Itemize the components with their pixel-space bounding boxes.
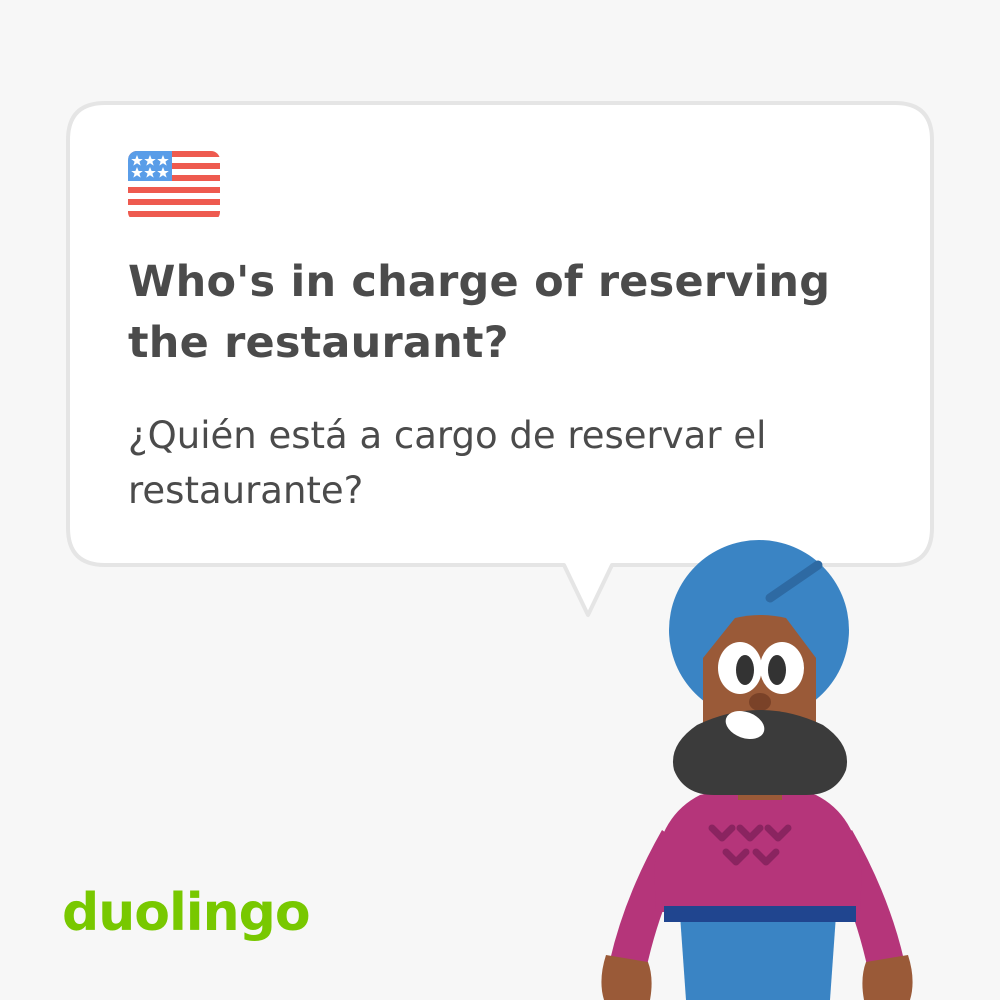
duolingo-logo: duolingo xyxy=(62,883,311,943)
duolingo-phrase-card: Who's in charge of reserving the restaur… xyxy=(0,0,1000,1000)
duolingo-character-icon xyxy=(601,540,913,1000)
spanish-translation: ¿Quién está a cargo de reservar el resta… xyxy=(128,414,767,512)
english-phrase: Who's in charge of reserving the restaur… xyxy=(128,257,831,368)
us-flag-icon xyxy=(128,151,220,221)
